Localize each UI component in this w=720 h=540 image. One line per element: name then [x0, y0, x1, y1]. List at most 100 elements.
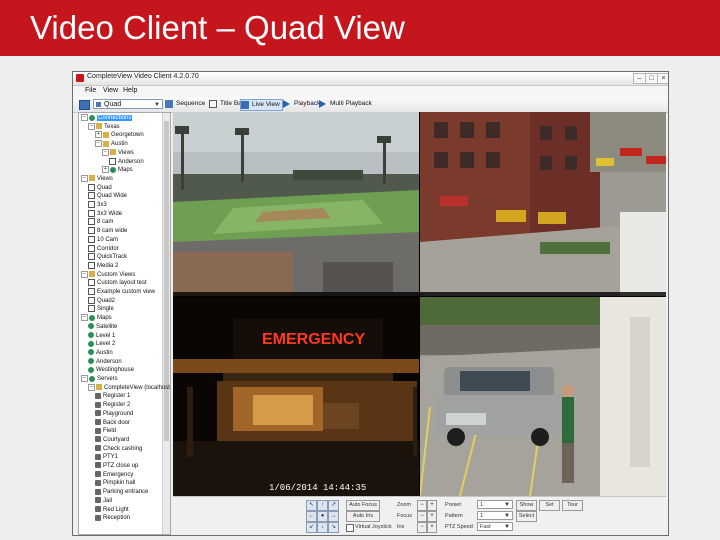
tree-item[interactable]: 8 cam wide [88, 227, 127, 235]
virtual-joystick-checkbox[interactable] [346, 524, 354, 532]
ptz-home-button[interactable]: ● [317, 511, 328, 522]
tree-item[interactable]: 3x3 [88, 201, 107, 209]
resource-tree[interactable]: − Connections − Texas + Georgetown − Austin − Vie… [78, 112, 171, 535]
video-tile-emergency[interactable]: EMERGENCY 1/06/2014 14:44:35 [173, 297, 419, 496]
tree-item[interactable]: − Views [102, 148, 134, 157]
tree-item[interactable]: Jail [95, 497, 112, 505]
ptz-up-button[interactable]: ↑ [317, 500, 328, 511]
pattern-select-button[interactable]: Select [516, 511, 537, 522]
tree-expander-icon[interactable]: + [102, 166, 109, 174]
tree-toggle-icon[interactable] [79, 100, 90, 110]
tree-item[interactable]: − CompleteView (localhost) [88, 383, 170, 392]
tree-item[interactable]: Level 2 [88, 340, 115, 348]
ptz-right-button[interactable]: → [328, 511, 339, 522]
tree-item[interactable]: Field [95, 427, 116, 435]
preset-set-button[interactable]: Set [539, 500, 560, 511]
video-tile-parking[interactable] [420, 297, 666, 496]
tree-expander-icon[interactable]: − [81, 114, 88, 121]
tree-item[interactable]: Pimpkin hall [95, 479, 135, 487]
tree-item[interactable]: − Maps [81, 314, 112, 322]
tree-expander-icon[interactable]: − [88, 122, 95, 130]
live-view-button[interactable]: Live View [240, 99, 283, 111]
ptz-up-right-button[interactable]: ↗ [328, 500, 339, 511]
tree-item[interactable]: Anderson [88, 358, 122, 366]
ptz-down-right-button[interactable]: ↘ [328, 522, 339, 533]
tree-item[interactable]: − Custom Views [81, 270, 135, 279]
tour-button[interactable]: Tour [562, 500, 583, 511]
auto-focus-button[interactable]: Auto Focus [346, 500, 380, 511]
tree-item[interactable]: Media 2 [88, 261, 118, 270]
tree-item[interactable]: 8 cam [88, 218, 113, 226]
tree-item[interactable]: Parking entrance [95, 488, 148, 496]
menu-view[interactable]: View [103, 87, 118, 94]
tree-item[interactable]: Anderson [109, 157, 144, 166]
video-tile-stadium[interactable] [173, 112, 419, 296]
tree-item[interactable]: Quad2 [88, 296, 115, 305]
tree-item[interactable]: Custom layout test [88, 279, 147, 287]
tree-item[interactable]: Westinghouse [88, 366, 134, 374]
iris-close-button[interactable]: − [417, 522, 427, 533]
tree-expander-icon[interactable]: − [102, 148, 109, 156]
sequence-button[interactable]: Sequence [165, 99, 205, 109]
ptz-speed-select[interactable]: Fast ▼ [477, 522, 513, 531]
multi-playback-button[interactable]: Multi Playback [319, 99, 372, 109]
tree-item[interactable]: PTZ close up [95, 462, 138, 470]
zoom-out-button[interactable]: − [417, 500, 427, 511]
tree-item[interactable]: Quad Wide [88, 192, 127, 200]
tree-item[interactable]: − Servers [81, 375, 118, 383]
preset-select[interactable]: 1 ▼ [477, 500, 513, 509]
preset-show-button[interactable]: Show [516, 500, 537, 511]
tree-item[interactable]: Example custom view [88, 288, 155, 296]
close-button[interactable]: × [657, 73, 668, 84]
layout-select[interactable]: Quad ▼ [93, 99, 163, 109]
tree-item[interactable]: − Texas [88, 122, 120, 131]
tree-expander-icon[interactable]: + [95, 131, 102, 139]
tree-expander-icon[interactable]: − [81, 174, 88, 182]
title-bar-button[interactable]: Title Bar [209, 99, 244, 109]
tree-scrollbar[interactable] [162, 113, 170, 534]
auto-iris-button[interactable]: Auto Iris [346, 511, 380, 522]
menu-help[interactable]: Help [123, 87, 137, 94]
tree-item[interactable]: QuickTrack [88, 253, 127, 261]
tree-item[interactable]: Emergency [95, 471, 133, 479]
tree-expander-icon[interactable]: − [81, 270, 88, 278]
tree-expander-icon[interactable]: − [81, 375, 88, 382]
ptz-up-left-button[interactable]: ↖ [306, 500, 317, 511]
tree-expander-icon[interactable]: − [81, 314, 88, 322]
pattern-select[interactable]: 1 ▼ [477, 511, 513, 520]
tree-item[interactable]: Playground [95, 410, 133, 418]
tree-item[interactable]: Register 2 [95, 401, 130, 409]
tree-item[interactable]: + Georgetown [95, 131, 144, 139]
tree-item[interactable]: Quad [88, 183, 112, 192]
tree-item[interactable]: PTY1 [95, 453, 118, 461]
tree-item[interactable]: + Maps [102, 166, 133, 174]
tree-item[interactable]: Reception [95, 514, 130, 522]
zoom-in-button[interactable]: + [427, 500, 437, 511]
tree-item[interactable]: Satellite [88, 323, 117, 331]
focus-near-button[interactable]: − [417, 511, 427, 522]
tree-item[interactable]: 10 Cam [88, 235, 118, 244]
tree-expander-icon[interactable]: − [95, 140, 102, 148]
ptz-down-button[interactable]: ↓ [317, 522, 328, 533]
ptz-left-button[interactable]: ← [306, 511, 317, 522]
tree-item[interactable]: Red Light [95, 505, 129, 514]
tree-item[interactable]: Register 1 [95, 392, 130, 400]
iris-open-button[interactable]: + [427, 522, 437, 533]
tree-item[interactable]: Single [88, 305, 114, 313]
ptz-down-left-button[interactable]: ↙ [306, 522, 317, 533]
tree-item[interactable]: − Views [81, 174, 113, 183]
playback-button[interactable]: Playback [283, 99, 320, 109]
tree-expander-icon[interactable]: − [88, 383, 95, 391]
menu-file[interactable]: File [85, 87, 96, 94]
tree-item[interactable]: Courtyard [95, 436, 129, 444]
tree-scrollbar-thumb[interactable] [164, 121, 169, 441]
tree-item[interactable]: 3x3 Wide [88, 209, 122, 218]
tree-item[interactable]: Corridor [88, 244, 119, 253]
video-tile-plaza[interactable] [420, 112, 666, 296]
tree-item[interactable]: Level 1 [88, 331, 115, 340]
tree-item[interactable]: − Austin [95, 140, 128, 148]
window-titlebar[interactable]: CompleteView Video Client 4.2.0.70 – □ × [73, 72, 668, 86]
focus-far-button[interactable]: + [427, 511, 437, 522]
tree-item[interactable]: Back door [95, 418, 130, 427]
tree-item[interactable]: Austin [88, 349, 113, 357]
